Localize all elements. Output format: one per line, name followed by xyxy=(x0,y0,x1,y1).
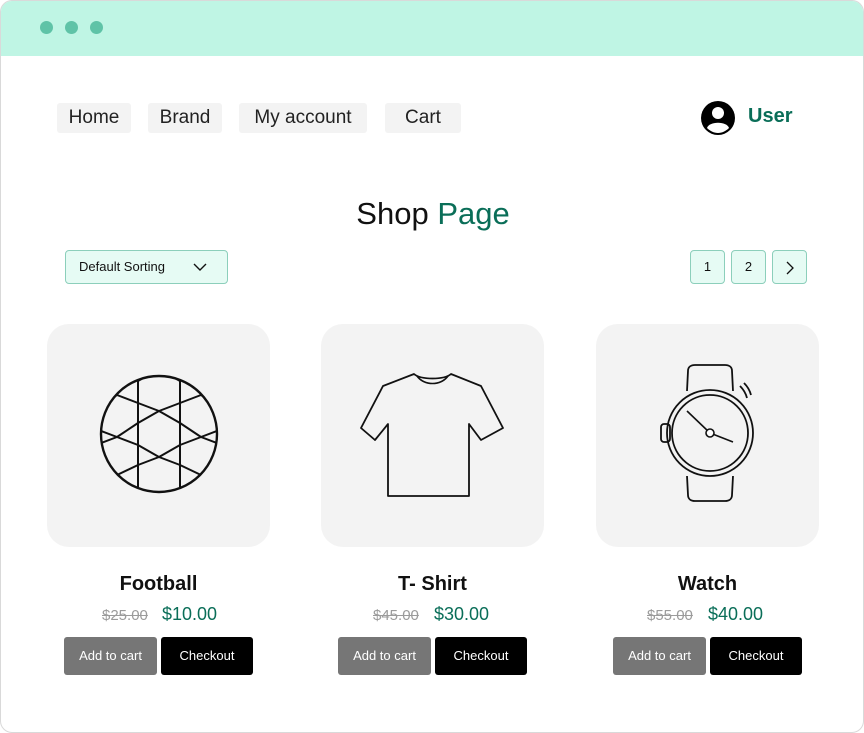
checkout-button-football[interactable]: Checkout xyxy=(161,637,253,675)
product-image-tshirt[interactable] xyxy=(321,324,544,547)
next-page-button[interactable] xyxy=(772,250,807,284)
page-title-part-2: Page xyxy=(437,196,510,231)
window-dot-3[interactable] xyxy=(90,21,103,34)
product-image-football[interactable] xyxy=(47,324,270,547)
old-price-football: $25.00 xyxy=(102,607,148,624)
add-to-cart-button-football[interactable]: Add to cart xyxy=(64,637,157,675)
sorting-dropdown[interactable]: Default Sorting xyxy=(65,250,228,284)
page-title: Shop Page xyxy=(1,196,863,232)
page-button-1[interactable]: 1 xyxy=(690,250,725,284)
chevron-right-icon xyxy=(786,261,794,275)
new-price-watch: $40.00 xyxy=(708,604,764,624)
product-image-watch[interactable] xyxy=(596,324,819,547)
tshirt-icon xyxy=(360,373,504,497)
new-price-football: $10.00 xyxy=(162,604,218,624)
new-price-tshirt: $30.00 xyxy=(434,604,490,624)
sorting-selected-label: Default Sorting xyxy=(79,259,165,274)
nav-brand[interactable]: Brand xyxy=(148,103,222,133)
old-price-tshirt: $45.00 xyxy=(373,607,419,624)
browser-window: Home Brand My account Cart User Shop Pag… xyxy=(0,0,864,733)
add-to-cart-button-tshirt[interactable]: Add to cart xyxy=(338,637,431,675)
nav-home[interactable]: Home xyxy=(57,103,131,133)
user-name[interactable]: User xyxy=(748,105,792,128)
add-to-cart-button-watch[interactable]: Add to cart xyxy=(613,637,706,675)
nav-my-account[interactable]: My account xyxy=(239,103,367,133)
watch-icon xyxy=(660,364,754,502)
window-dot-1[interactable] xyxy=(40,21,53,34)
old-price-watch: $55.00 xyxy=(647,607,693,624)
product-name-watch[interactable]: Watch xyxy=(596,573,819,596)
product-name-tshirt[interactable]: T- Shirt xyxy=(321,573,544,596)
window-dot-2[interactable] xyxy=(65,21,78,34)
nav-cart[interactable]: Cart xyxy=(385,103,461,133)
football-icon xyxy=(99,374,219,494)
checkout-button-watch[interactable]: Checkout xyxy=(710,637,802,675)
chevron-down-icon xyxy=(193,263,207,271)
checkout-button-tshirt[interactable]: Checkout xyxy=(435,637,527,675)
user-circle-icon[interactable] xyxy=(700,100,736,136)
product-name-football[interactable]: Football xyxy=(47,573,270,596)
page-button-2[interactable]: 2 xyxy=(731,250,766,284)
window-titlebar xyxy=(1,1,863,56)
page-title-part-1: Shop xyxy=(356,196,429,231)
